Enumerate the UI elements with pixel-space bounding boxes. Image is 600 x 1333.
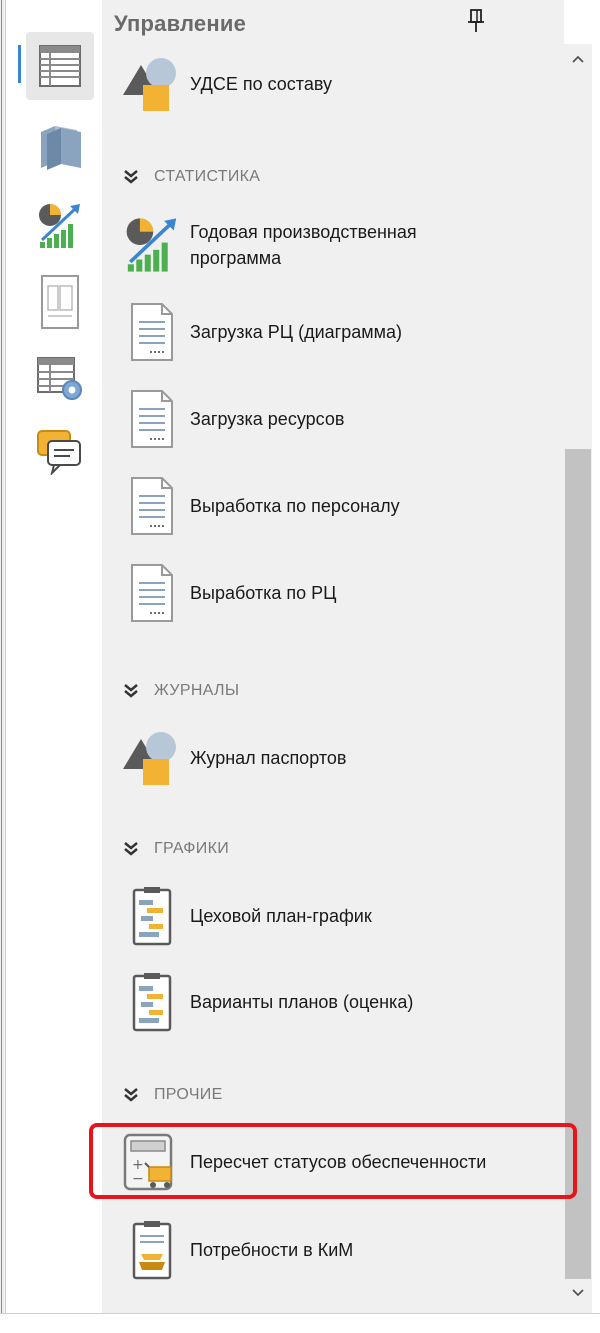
table-settings-icon (37, 357, 82, 400)
gantt-chart-icon (132, 973, 172, 1032)
section-label: ПРОЧИЕ (154, 1086, 223, 1103)
table-list-icon (39, 45, 81, 87)
nav-item-needs-kim[interactable]: Потребности в КиМ (120, 1218, 550, 1282)
active-rail-indicator (18, 45, 21, 83)
nav-item-plan-variants[interactable]: Варианты планов (оценка) (120, 970, 550, 1034)
nav-item-label: Загрузка РЦ (диаграмма) (190, 322, 403, 342)
section-label: СТАТИСТИКА (154, 168, 261, 185)
chevron-double-down-icon (124, 684, 138, 698)
nav-item-label: Выработка по РЦ (190, 583, 337, 603)
statistics-chart-icon (39, 204, 80, 248)
scroll-up-button[interactable] (564, 44, 592, 74)
chevron-double-down-icon (124, 170, 138, 184)
section-header-other[interactable]: ПРОЧИЕ (122, 1086, 223, 1104)
shapes-icon (123, 58, 176, 111)
bottom-border (0, 1313, 600, 1333)
chevron-up-icon (572, 55, 584, 63)
nav-item-label: Потребности в КиМ (190, 1240, 354, 1260)
nav-item-label-line1: Годовая производственная (190, 222, 417, 242)
shapes-icon (123, 732, 176, 785)
chevron-double-down-icon (124, 1088, 138, 1102)
section-header-charts[interactable]: ГРАФИКИ (122, 840, 229, 858)
panel-title: Управление (114, 11, 247, 36)
nav-item-load-resources[interactable]: Загрузка ресурсов (120, 387, 550, 451)
nav-item-annual-program[interactable]: Годовая производственная программа (120, 213, 550, 277)
navigation-panel: Управление УДСЕ по составу СТАТИСТИКА Го… (102, 0, 564, 1313)
nav-item-label: Выработка по персоналу (190, 496, 400, 516)
section-header-statistics[interactable]: СТАТИСТИКА (122, 168, 260, 186)
section-label: ГРАФИКИ (154, 840, 229, 857)
gantt-chart-icon (132, 887, 172, 946)
books-icon (41, 126, 81, 170)
rail-tab-statistics[interactable] (26, 192, 94, 260)
chevron-down-icon (572, 1289, 584, 1297)
nav-item-label: Журнал паспортов (190, 748, 347, 768)
nav-item-label: Варианты планов (оценка) (190, 992, 414, 1012)
nav-item-load-rc[interactable]: Загрузка РЦ (диаграмма) (120, 300, 550, 364)
scroll-down-button[interactable] (564, 1278, 592, 1308)
report-document-icon (131, 303, 173, 361)
pin-panel-button[interactable] (462, 6, 490, 36)
report-document-icon (131, 390, 173, 448)
rail-tab-messages[interactable] (26, 418, 94, 486)
rail-tab-library[interactable] (26, 112, 94, 180)
chevron-double-down-icon (124, 842, 138, 856)
nav-item-passport-journal[interactable]: Журнал паспортов (120, 726, 550, 790)
document-page-icon (41, 275, 79, 329)
rail-tab-documents[interactable] (26, 268, 94, 336)
statistics-chart-icon (126, 218, 177, 272)
rail-tab-tables[interactable] (26, 32, 94, 100)
highlight-box (89, 1123, 577, 1199)
nav-item-label: Цеховой план-график (190, 906, 372, 926)
report-document-icon (131, 564, 173, 622)
nav-item-output-personnel[interactable]: Выработка по персоналу (120, 474, 550, 538)
report-document-icon (131, 477, 173, 535)
nav-item-shop-plan[interactable]: Цеховой план-график (120, 884, 550, 948)
section-label: ЖУРНАЛЫ (154, 682, 240, 699)
rail-tab-table-settings[interactable] (26, 344, 94, 412)
nav-item-label: Загрузка ресурсов (190, 409, 345, 429)
right-border (592, 0, 600, 1313)
pin-icon (468, 9, 484, 32)
nav-item-label-line2: программа (190, 248, 282, 268)
chat-messages-icon (37, 430, 81, 475)
section-header-journals[interactable]: ЖУРНАЛЫ (122, 682, 239, 700)
nav-item-output-rc[interactable]: Выработка по РЦ (120, 561, 550, 625)
nav-item-udse[interactable]: УДСЕ по составу (120, 52, 550, 116)
icon-rail (6, 0, 102, 1333)
clipboard-materials-icon (132, 1221, 172, 1280)
nav-item-label: УДСЕ по составу (190, 74, 333, 94)
